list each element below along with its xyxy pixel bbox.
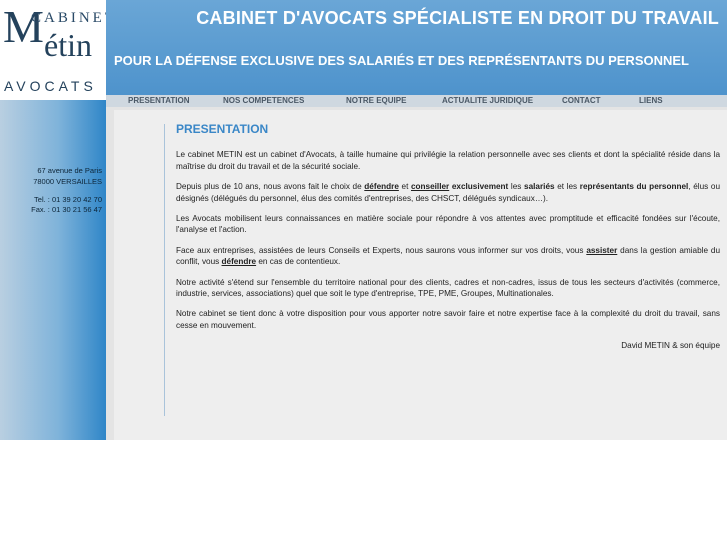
- link-defendre[interactable]: défendre: [364, 182, 399, 191]
- signature: David METIN & son équipe: [621, 341, 720, 351]
- left-sidebar: M CABINET étin AVOCATS 67 avenue de Pari…: [0, 0, 114, 440]
- address-fax: Fax. : 01 30 21 56 47: [31, 205, 102, 214]
- content-divider: [164, 124, 165, 416]
- nav-bar: PRESENTATION NOS COMPETENCES NOTRE EQUIP…: [106, 95, 727, 107]
- address-city: 78000 VERSAILLES: [33, 177, 102, 186]
- logo[interactable]: M CABINET étin AVOCATS: [0, 0, 114, 100]
- page-title: PRESENTATION: [176, 122, 269, 136]
- nav-liens[interactable]: LIENS: [639, 96, 663, 105]
- text-exclusivement: exclusivement: [449, 182, 509, 192]
- nav-presentation[interactable]: PRESENTATION: [128, 96, 189, 105]
- paragraph-intro: Le cabinet METIN est un cabinet d'Avocat…: [176, 150, 720, 171]
- link-defendre-2[interactable]: défendre: [222, 257, 257, 266]
- header-subtitle: POUR LA DÉFENSE EXCLUSIVE DES SALARIÉS E…: [114, 53, 689, 68]
- header-title: CABINET D'AVOCATS SPÉCIALISTE EN DROIT D…: [196, 8, 719, 28]
- text-fragment: les: [508, 182, 525, 192]
- paragraph-activity: Notre activité s'étend sur l'ensemble du…: [176, 277, 720, 299]
- text-fragment: en cas de contentieux.: [256, 257, 341, 267]
- link-assister[interactable]: assister: [586, 246, 617, 255]
- text-representants: représentants du personnel: [579, 182, 689, 192]
- text-salaries: salariés: [524, 182, 555, 192]
- logo-cabinet: CABINET: [31, 10, 117, 26]
- logo-avocats: AVOCATS: [4, 78, 97, 94]
- nav-nos-competences[interactable]: NOS COMPETENCES: [223, 96, 304, 105]
- paragraph-rights: Face aux entreprises, assistées de leurs…: [176, 245, 720, 268]
- address-tel: Tel. : 01 39 20 42 70: [34, 195, 102, 204]
- text-fragment: et les: [554, 182, 580, 192]
- text-fragment: et: [398, 182, 411, 192]
- logo-etin: étin: [44, 27, 92, 63]
- header-banner: CABINET D'AVOCATS SPÉCIALISTE EN DROIT D…: [106, 0, 727, 95]
- text-fragment: Face aux entreprises, assistées de leurs…: [176, 245, 587, 255]
- text-fragment: Depuis plus de 10 ans, nous avons fait l…: [176, 182, 365, 192]
- paragraph-mission: Depuis plus de 10 ans, nous avons fait l…: [176, 181, 720, 204]
- address-street: 67 avenue de Paris: [37, 166, 102, 175]
- content-text: PRESENTATION Le cabinet METIN est un cab…: [176, 122, 720, 361]
- paragraph-knowledge: Les Avocats mobilisent leurs connaissanc…: [176, 214, 720, 235]
- paragraph-disposition: Notre cabinet se tient donc à votre disp…: [176, 309, 720, 330]
- nav-contact[interactable]: CONTACT: [562, 96, 601, 105]
- link-conseiller[interactable]: conseiller: [411, 182, 449, 191]
- nav-actualite-juridique[interactable]: ACTUALITE JURIDIQUE: [442, 96, 533, 105]
- nav-notre-equipe[interactable]: NOTRE EQUIPE: [346, 96, 406, 105]
